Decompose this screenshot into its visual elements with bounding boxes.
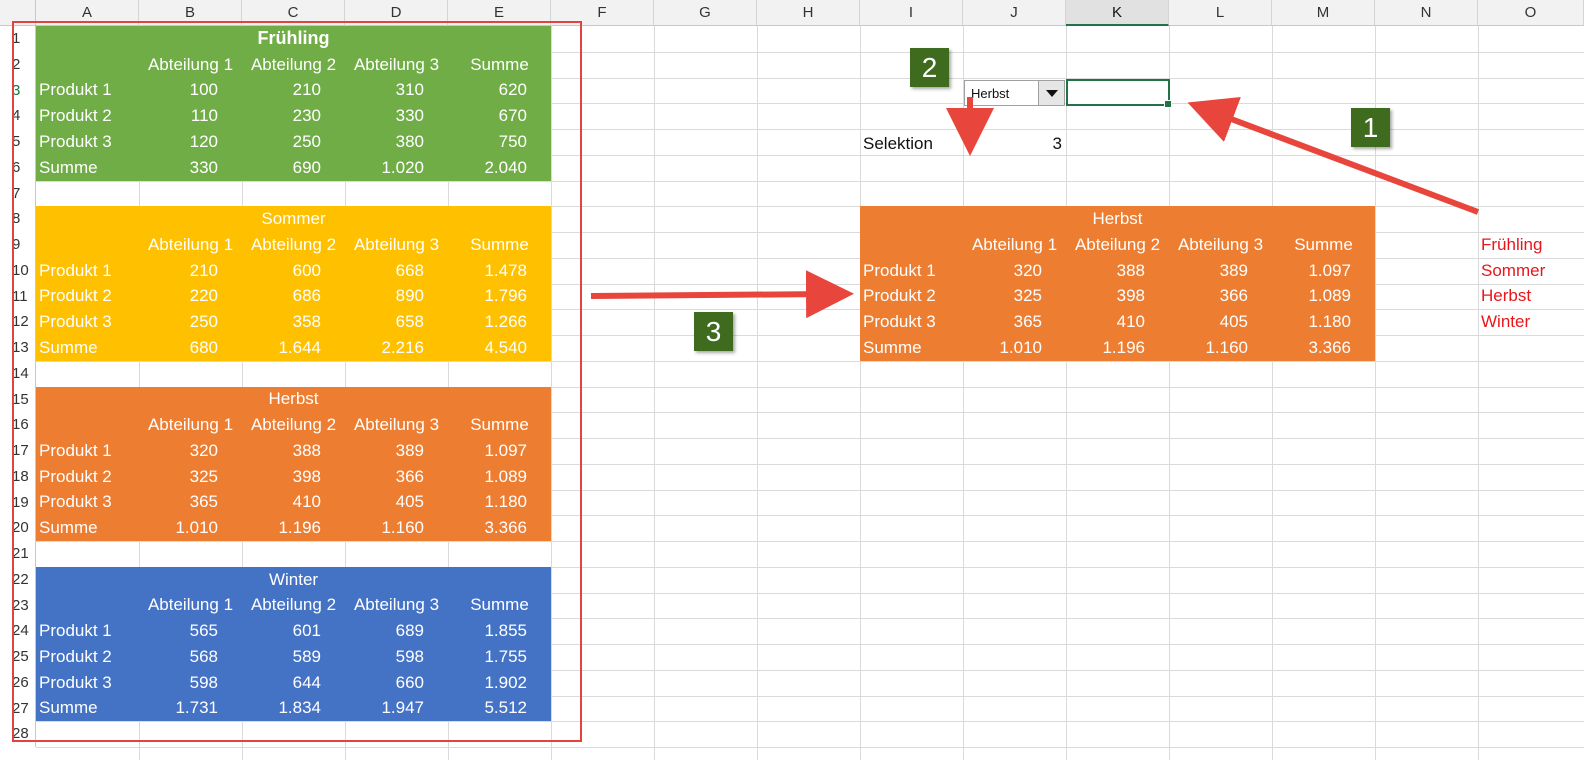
gridline-vertical (1478, 26, 1479, 760)
result-cell: 398 (1116, 286, 1145, 306)
dropdown-value: Herbst (971, 86, 1010, 101)
result-cell: 410 (1116, 312, 1145, 332)
result-cell: 405 (1219, 312, 1248, 332)
column-header-k[interactable]: K (1066, 0, 1169, 26)
active-cell-k3[interactable] (1066, 79, 1172, 108)
gridline-horizontal (36, 747, 1584, 748)
column-header-h[interactable]: H (757, 0, 860, 26)
chevron-down-icon (1046, 90, 1058, 97)
selection-value: 3 (1052, 134, 1062, 153)
result-column-header: Abteilung 1 (971, 234, 1058, 254)
selection-label: Selektion (863, 134, 933, 153)
gridline-vertical (654, 26, 655, 760)
source-tables-frame (12, 21, 582, 742)
gridline-vertical (1272, 26, 1273, 760)
column-header-o[interactable]: O (1478, 0, 1584, 26)
column-header-j[interactable]: J (963, 0, 1066, 26)
arrow-3 (590, 270, 854, 319)
result-cell: 1.010 (999, 337, 1042, 357)
step-badge-1: 1 (1351, 108, 1390, 147)
arrow-1 (1187, 97, 1480, 215)
result-cell: 1.160 (1205, 337, 1248, 357)
result-cell: 389 (1219, 260, 1248, 280)
season-list-item[interactable]: Herbst (1478, 284, 1584, 310)
result-title: Herbst (1092, 209, 1143, 229)
result-cell: 1.196 (1102, 337, 1145, 357)
result-cell: 388 (1116, 260, 1145, 280)
season-list-item[interactable]: Sommer (1478, 258, 1584, 284)
season-list-item[interactable]: Frühling (1478, 232, 1584, 258)
result-row-label: Produkt 2 (863, 286, 936, 306)
season-list-item[interactable]: Winter (1478, 309, 1584, 335)
result-cell: 320 (1013, 260, 1042, 280)
fill-handle[interactable] (1164, 100, 1172, 108)
result-cell: 1.089 (1308, 286, 1351, 306)
column-header-m[interactable]: M (1272, 0, 1375, 26)
result-row-label: Produkt 3 (863, 312, 936, 332)
step-badge-2: 2 (910, 48, 949, 87)
result-column-header: Abteilung 2 (1074, 234, 1161, 254)
result-cell: 366 (1219, 286, 1248, 306)
column-header-i[interactable]: I (860, 0, 963, 26)
column-header-g[interactable]: G (654, 0, 757, 26)
result-column-header: Summe (1294, 234, 1353, 254)
result-cell: 325 (1013, 286, 1042, 306)
result-row-label: Summe (863, 337, 922, 357)
gridline-vertical (757, 26, 758, 760)
column-header-n[interactable]: N (1375, 0, 1478, 26)
result-cell: 1.180 (1308, 312, 1351, 332)
result-cell: 365 (1013, 312, 1042, 332)
result-cell: 1.097 (1308, 260, 1351, 280)
result-row-label: Produkt 1 (863, 260, 936, 280)
result-cell: 3.366 (1308, 337, 1351, 357)
result-column-header: Abteilung 3 (1177, 234, 1264, 254)
gridline-vertical (1066, 26, 1067, 760)
spreadsheet: ABCDEFGHIJKLMNO 1 2 3 4 5 6 7 8 9 10 11 12 13 14 15 16 1… (0, 0, 1584, 760)
step-badge-3: 3 (694, 312, 733, 351)
season-dropdown[interactable]: Herbst (964, 80, 1065, 106)
gridline-vertical (1169, 26, 1170, 760)
dropdown-button[interactable] (1038, 81, 1064, 105)
column-header-l[interactable]: L (1169, 0, 1272, 26)
